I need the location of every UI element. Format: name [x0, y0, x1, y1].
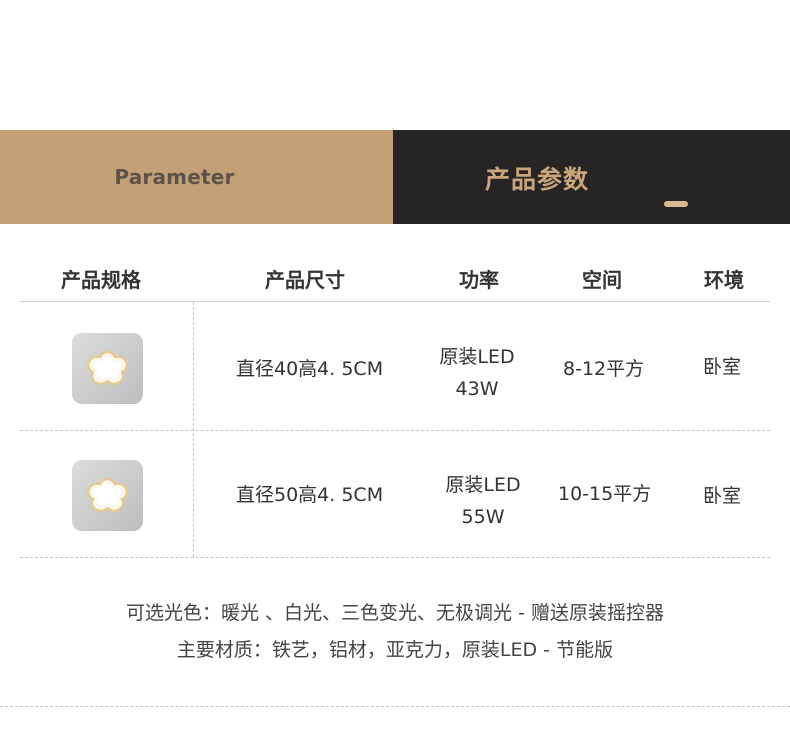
environment-cell-2: 卧室 — [703, 485, 742, 507]
banner-accent-dash — [664, 201, 688, 207]
parameter-banner: Parameter 产品参数 — [0, 130, 790, 224]
power-watt-2: 55W — [461, 506, 505, 528]
header-environment: 环境 — [704, 268, 744, 292]
product-thumbnail-1 — [72, 333, 143, 404]
header-size: 产品尺寸 — [265, 268, 345, 292]
row-divider — [20, 430, 770, 431]
header-power: 功率 — [459, 268, 499, 292]
flower-lamp-icon — [87, 477, 128, 512]
product-thumbnail-2 — [72, 460, 143, 531]
material-info: 主要材质：铁艺，铝材，亚克力，原装LED - 节能版 — [176, 639, 614, 661]
power-type-2: 原装LED — [445, 474, 521, 496]
column-divider — [193, 302, 194, 557]
power-cell-2: 原装LED 55W — [443, 469, 523, 533]
space-cell-1: 8-12平方 — [563, 358, 645, 380]
banner-right-panel: 产品参数 — [393, 130, 790, 224]
banner-chinese-title: 产品参数 — [485, 165, 590, 194]
header-spec: 产品规格 — [61, 268, 141, 292]
power-type-1: 原装LED — [439, 346, 515, 368]
banner-english-title: Parameter — [114, 165, 235, 189]
power-watt-1: 43W — [455, 378, 499, 400]
environment-cell-1: 卧室 — [703, 356, 742, 378]
banner-left-panel: Parameter — [0, 130, 393, 224]
header-space: 空间 — [582, 268, 622, 292]
header-divider — [20, 301, 770, 302]
size-cell-1: 直径40高4. 5CM — [236, 358, 384, 380]
light-color-options: 可选光色：暖光 、白光、三色变光、无极调光 - 赠送原装摇控器 — [126, 602, 664, 624]
table-bottom-divider — [20, 557, 770, 558]
bottom-divider — [0, 706, 790, 707]
size-cell-2: 直径50高4. 5CM — [236, 484, 384, 506]
flower-lamp-icon — [87, 350, 128, 385]
power-cell-1: 原装LED 43W — [437, 341, 517, 405]
space-cell-2: 10-15平方 — [558, 483, 652, 505]
